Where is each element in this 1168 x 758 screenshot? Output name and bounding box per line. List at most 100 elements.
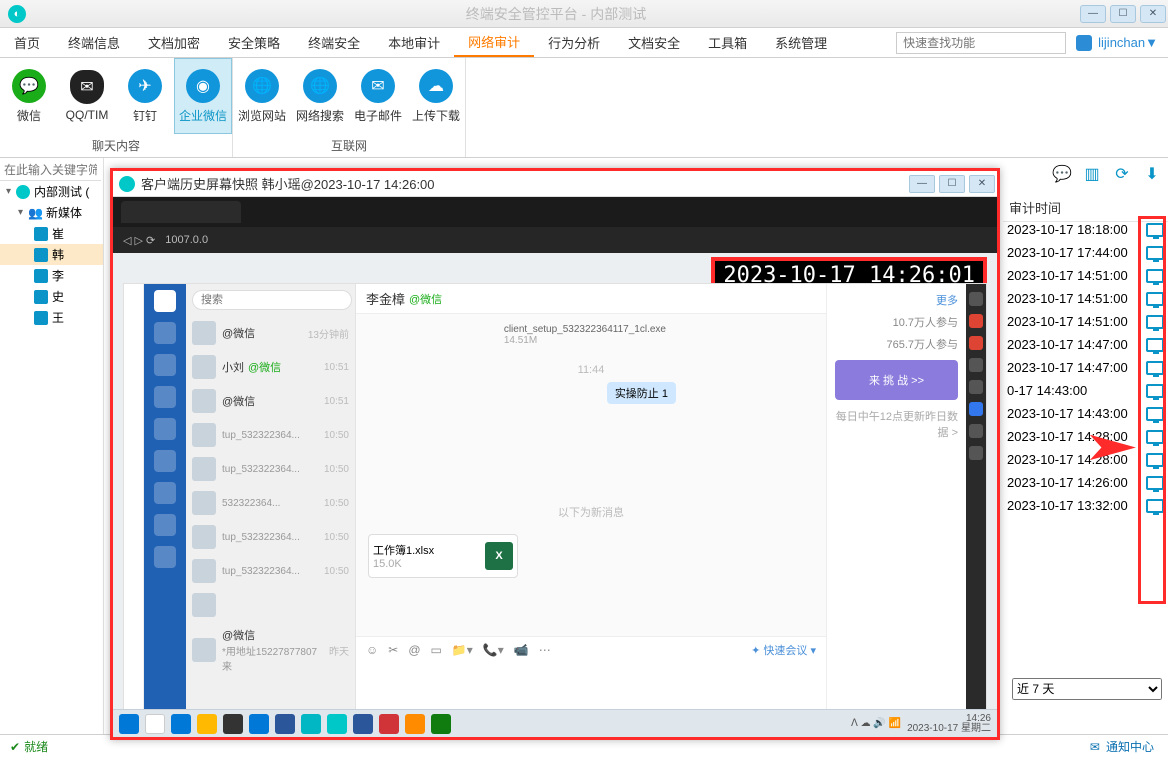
- popup-body: ◁ ▷ ⟳1007.0.0 2023-10-17 14:26:01 +: [113, 197, 997, 737]
- tree-member[interactable]: 史: [0, 286, 103, 307]
- popup-close-button[interactable]: ✕: [969, 175, 995, 193]
- file-card: 工作簿1.xlsx 15.0K X: [368, 534, 518, 578]
- monitor-icon[interactable]: [1146, 246, 1164, 260]
- audit-row[interactable]: 2023-10-17 14:43:00: [1003, 402, 1168, 425]
- ribbon-item-电子邮件[interactable]: ✉电子邮件: [349, 58, 407, 134]
- menu-tab-7[interactable]: 行为分析: [534, 28, 614, 57]
- conversation-item[interactable]: tup_532322364...10:50: [186, 554, 355, 588]
- audit-row[interactable]: 2023-10-17 17:44:00: [1003, 241, 1168, 264]
- audit-row[interactable]: 2023-10-17 14:51:00: [1003, 264, 1168, 287]
- taskbar-icon: [301, 714, 321, 734]
- menu-tab-3[interactable]: 安全策略: [214, 28, 294, 57]
- conversation-item[interactable]: 小刘@微信10:51: [186, 350, 355, 384]
- audit-row[interactable]: 2023-10-17 18:18:00: [1003, 218, 1168, 241]
- audit-row[interactable]: 2023-10-17 14:51:00: [1003, 287, 1168, 310]
- tree-member[interactable]: 崔: [0, 223, 103, 244]
- maximize-button[interactable]: ☐: [1110, 5, 1136, 23]
- audit-row[interactable]: 2023-10-17 14:26:00: [1003, 471, 1168, 494]
- conversation-item[interactable]: 532322364...10:50: [186, 486, 355, 520]
- audit-row[interactable]: 2023-10-17 13:32:00: [1003, 494, 1168, 517]
- tree-filter-input[interactable]: [0, 160, 101, 181]
- menu-tab-2[interactable]: 文档加密: [134, 28, 214, 57]
- menu-tab-10[interactable]: 系统管理: [761, 28, 841, 57]
- ribbon-item-钉钉[interactable]: ✈钉钉: [116, 58, 174, 134]
- ribbon-icon: ✉: [70, 70, 104, 104]
- monitor-icon[interactable]: [1146, 499, 1164, 513]
- monitor-icon[interactable]: [1146, 384, 1164, 398]
- monitor-icon[interactable]: [1146, 269, 1164, 283]
- menu-tab-6[interactable]: 网络审计: [454, 28, 534, 57]
- conversation-item[interactable]: [186, 588, 355, 622]
- popup-maximize-button[interactable]: ☐: [939, 175, 965, 193]
- taskbar-icon: [327, 714, 347, 734]
- menu-tab-9[interactable]: 工具箱: [694, 28, 761, 57]
- tree-member[interactable]: 李: [0, 265, 103, 286]
- menu-tab-5[interactable]: 本地审计: [374, 28, 454, 57]
- ribbon-icon: ◉: [186, 69, 220, 103]
- monitor-icon[interactable]: [1146, 430, 1164, 444]
- ribbon-item-企业微信[interactable]: ◉企业微信: [174, 58, 232, 134]
- wework-search-input[interactable]: [192, 290, 352, 310]
- scissors-icon[interactable]: ✂: [388, 643, 398, 657]
- close-button[interactable]: ✕: [1140, 5, 1166, 23]
- side-more-link[interactable]: 更多: [835, 292, 958, 308]
- ribbon-item-微信[interactable]: 💬微信: [0, 58, 58, 134]
- global-search-input[interactable]: [896, 32, 1066, 54]
- user-menu[interactable]: lijinchan ▼: [1066, 35, 1168, 51]
- more-icon[interactable]: ⋯: [539, 643, 551, 657]
- ribbon-item-浏览网站[interactable]: 🌐浏览网站: [233, 58, 291, 134]
- folder-icon[interactable]: 📁▾: [452, 643, 473, 657]
- monitor-icon[interactable]: [1146, 453, 1164, 467]
- emoji-icon[interactable]: ☺: [366, 643, 378, 657]
- menu-tab-0[interactable]: 首页: [0, 28, 54, 57]
- monitor-icon[interactable]: [1146, 338, 1164, 352]
- time-range-select[interactable]: 近 7 天: [1012, 678, 1162, 700]
- chat-bubble-icon[interactable]: 💬: [1052, 164, 1072, 184]
- list-panel-icon[interactable]: ▥: [1082, 164, 1102, 184]
- audit-row[interactable]: 2023-10-17 14:47:00: [1003, 356, 1168, 379]
- conversation-item[interactable]: tup_532322364...10:50: [186, 452, 355, 486]
- nav-icon: [154, 450, 176, 472]
- conversation-item[interactable]: @微信*用地址15227877807来昨天: [186, 622, 355, 678]
- ribbon-item-网络搜索[interactable]: 🌐网络搜索: [291, 58, 349, 134]
- search-icon: [145, 714, 165, 734]
- phone-icon[interactable]: 📞▾: [483, 643, 504, 657]
- tree-group[interactable]: ▾👥新媒体: [0, 202, 103, 223]
- conversation-item[interactable]: tup_532322364...10:50: [186, 418, 355, 452]
- tree-member[interactable]: 韩: [0, 244, 103, 265]
- edge-icon: [969, 380, 983, 394]
- ribbon-item-上传下载[interactable]: ☁上传下载: [407, 58, 465, 134]
- notification-center-button[interactable]: 通知中心: [1076, 738, 1168, 755]
- avatar-icon: [192, 423, 216, 447]
- audit-row[interactable]: 2023-10-17 14:51:00: [1003, 310, 1168, 333]
- monitor-icon[interactable]: [1146, 407, 1164, 421]
- quick-meeting-button[interactable]: ✦ 快速会议 ▾: [751, 642, 816, 658]
- image-icon[interactable]: ▭: [431, 643, 442, 657]
- monitor-icon[interactable]: [1146, 292, 1164, 306]
- download-icon[interactable]: ⬇: [1142, 164, 1162, 184]
- monitor-icon[interactable]: [1146, 476, 1164, 490]
- menu-tab-8[interactable]: 文档安全: [614, 28, 694, 57]
- popup-logo-icon: [119, 176, 135, 192]
- minimize-button[interactable]: —: [1080, 5, 1106, 23]
- menu-tab-4[interactable]: 终端安全: [294, 28, 374, 57]
- popup-minimize-button[interactable]: —: [909, 175, 935, 193]
- monitor-icon[interactable]: [1146, 223, 1164, 237]
- conversation-item[interactable]: @微信13分钟前: [186, 316, 355, 350]
- audit-row[interactable]: 0-17 14:43:00: [1003, 379, 1168, 402]
- at-icon[interactable]: @: [408, 643, 420, 657]
- refresh-icon[interactable]: ⟳: [1112, 164, 1132, 184]
- monitor-icon[interactable]: [1146, 361, 1164, 375]
- conversation-item[interactable]: tup_532322364...10:50: [186, 520, 355, 554]
- tree-root[interactable]: ▾内部测试 (: [0, 181, 103, 202]
- conversation-item[interactable]: @微信10:51: [186, 384, 355, 418]
- menu-tab-1[interactable]: 终端信息: [54, 28, 134, 57]
- ribbon-item-QQ/TIM[interactable]: ✉QQ/TIM: [58, 58, 116, 134]
- tree-member[interactable]: 王: [0, 307, 103, 328]
- audit-row[interactable]: 2023-10-17 14:47:00: [1003, 333, 1168, 356]
- nav-icon: [154, 386, 176, 408]
- compose-toolbar: ☺ ✂ @ ▭ 📁▾ 📞▾ 📹 ⋯ ✦ 快速会议 ▾: [356, 637, 826, 663]
- monitor-icon[interactable]: [1146, 315, 1164, 329]
- taskbar-icon: [431, 714, 451, 734]
- video-icon[interactable]: 📹: [514, 643, 529, 657]
